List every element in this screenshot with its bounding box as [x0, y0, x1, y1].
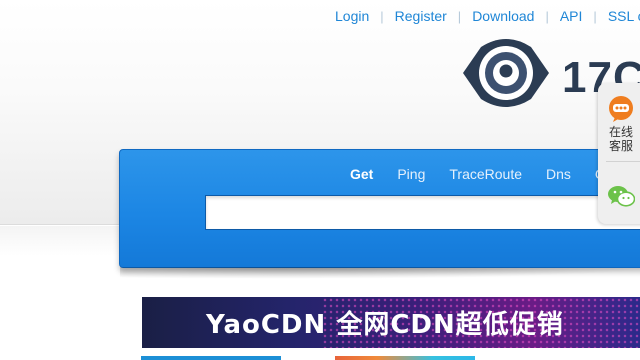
ad-thumbnail[interactable] — [141, 356, 281, 360]
nav-separator: | — [457, 8, 462, 24]
login-link[interactable]: Login — [335, 8, 369, 24]
nav-separator: | — [593, 8, 597, 24]
tab-ping[interactable]: Ping — [397, 166, 425, 182]
download-link[interactable]: Download — [472, 8, 534, 24]
tab-get[interactable]: Get — [350, 166, 373, 182]
eye-logo-icon — [463, 39, 549, 107]
chat-bubble-icon[interactable] — [607, 95, 635, 123]
tool-tabs: Get Ping TraceRoute Dns C — [350, 166, 605, 182]
search-panel: Get Ping TraceRoute Dns C — [119, 149, 640, 279]
nav-separator: | — [380, 8, 384, 24]
api-link[interactable]: API — [560, 8, 583, 24]
ad-thumbnail[interactable] — [335, 356, 475, 360]
online-service-label[interactable]: 在线 客服 — [608, 125, 634, 153]
nav-separator: | — [545, 8, 549, 24]
online-service-text: 在线 客服 — [608, 125, 633, 153]
tab-traceroute[interactable]: TraceRoute — [449, 166, 522, 182]
banner-text: YaoCDN 全网CDN超低促销 — [206, 310, 564, 340]
tab-dns[interactable]: Dns — [546, 166, 571, 182]
wechat-icon[interactable] — [607, 184, 635, 208]
ssl-cert-link[interactable]: SSL ce — [608, 8, 640, 24]
url-input[interactable] — [205, 195, 640, 230]
register-link[interactable]: Register — [395, 8, 447, 24]
ad-banner[interactable]: YaoCDN 全网CDN超低促销 — [142, 297, 640, 348]
widget-divider — [606, 161, 640, 162]
top-nav: Login | Register | Download | API | SSL … — [335, 6, 640, 26]
